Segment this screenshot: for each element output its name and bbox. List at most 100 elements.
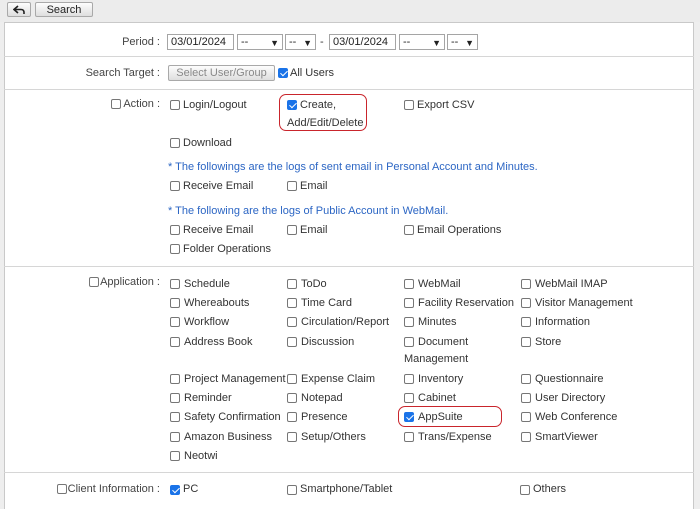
period-label: Period : bbox=[122, 36, 160, 48]
app-questionnaire-checkbox[interactable] bbox=[521, 374, 531, 384]
all-users-checkbox[interactable] bbox=[278, 68, 288, 78]
export-csv-checkbox[interactable] bbox=[404, 100, 414, 110]
app-address-book-checkbox[interactable] bbox=[170, 337, 180, 347]
app-neotwi-checkbox[interactable] bbox=[170, 451, 180, 461]
app-notepad-label: Notepad bbox=[301, 392, 343, 404]
app-document-checkbox[interactable] bbox=[404, 337, 414, 347]
email-operations-label: Email Operations bbox=[417, 224, 502, 236]
folder-operations-checkbox[interactable] bbox=[170, 244, 180, 254]
period-separator: - bbox=[320, 36, 324, 48]
pc-checkbox[interactable] bbox=[170, 485, 180, 495]
app-setup-others-checkbox[interactable] bbox=[287, 432, 297, 442]
others-label: Others bbox=[533, 483, 567, 495]
app-trans-expense-label: Trans/Expense bbox=[418, 431, 492, 443]
from-hour-select[interactable]: -- ▼ bbox=[237, 34, 283, 50]
app-web-conference-checkbox[interactable] bbox=[521, 412, 531, 422]
public-receive-email-checkbox[interactable] bbox=[170, 225, 180, 235]
others-checkbox[interactable] bbox=[520, 485, 530, 495]
app-discussion-checkbox[interactable] bbox=[287, 337, 297, 347]
app-time-card-checkbox[interactable] bbox=[287, 298, 297, 308]
app-information-checkbox[interactable] bbox=[521, 317, 531, 327]
personal-email-checkbox[interactable] bbox=[287, 181, 297, 191]
app-store-checkbox[interactable] bbox=[521, 337, 531, 347]
divider bbox=[4, 266, 694, 267]
highlight-appsuite bbox=[398, 406, 502, 427]
chevron-down-icon: ▼ bbox=[270, 38, 279, 48]
app-circulation-report-checkbox[interactable] bbox=[287, 317, 297, 327]
personal-email-label: Email bbox=[300, 180, 328, 192]
app-schedule-label: Schedule bbox=[184, 278, 230, 290]
app-facility-reservation-checkbox[interactable] bbox=[404, 298, 414, 308]
to-minute-select[interactable]: -- ▼ bbox=[447, 34, 478, 50]
app-todo-checkbox[interactable] bbox=[287, 279, 297, 289]
search-button[interactable]: Search bbox=[35, 2, 93, 17]
app-safety-confirmation-checkbox[interactable] bbox=[170, 412, 180, 422]
select-user-group-button[interactable]: Select User/Group bbox=[168, 65, 275, 81]
public-email-checkbox[interactable] bbox=[287, 225, 297, 235]
divider bbox=[4, 472, 694, 473]
app-discussion-label: Discussion bbox=[301, 336, 355, 348]
app-user-directory-label: User Directory bbox=[535, 392, 606, 404]
app-project-management-label: Project Management bbox=[184, 373, 286, 385]
create-label: Create, bbox=[300, 99, 337, 111]
app-amazon-business-checkbox[interactable] bbox=[170, 432, 180, 442]
application-checkbox[interactable] bbox=[89, 277, 99, 287]
app-minutes-checkbox[interactable] bbox=[404, 317, 414, 327]
folder-operations-label: Folder Operations bbox=[183, 243, 272, 255]
from-minute-select[interactable]: -- ▼ bbox=[285, 34, 316, 50]
divider bbox=[4, 89, 694, 90]
app-webmail-imap-checkbox[interactable] bbox=[521, 279, 531, 289]
all-users-label: All Users bbox=[290, 67, 335, 79]
app-store-label: Store bbox=[535, 336, 562, 348]
app-notepad-checkbox[interactable] bbox=[287, 393, 297, 403]
app-minutes-label: Minutes bbox=[418, 316, 457, 328]
create-label-line2: Add/Edit/Delete bbox=[287, 117, 364, 129]
app-time-card-label: Time Card bbox=[301, 297, 352, 309]
public-email-label: Email bbox=[300, 224, 328, 236]
email-operations-checkbox[interactable] bbox=[404, 225, 414, 235]
app-workflow-checkbox[interactable] bbox=[170, 317, 180, 327]
back-button[interactable] bbox=[7, 2, 31, 17]
app-visitor-management-checkbox[interactable] bbox=[521, 298, 531, 308]
to-date-field[interactable]: 03/01/2024 bbox=[329, 34, 396, 50]
document-label-line2: Management bbox=[404, 353, 469, 365]
app-reminder-checkbox[interactable] bbox=[170, 393, 180, 403]
login-logout-checkbox[interactable] bbox=[170, 100, 180, 110]
download-label: Download bbox=[183, 137, 232, 149]
create-add-edit-delete-checkbox[interactable] bbox=[287, 100, 297, 110]
app-schedule-checkbox[interactable] bbox=[170, 279, 180, 289]
app-expense-claim-checkbox[interactable] bbox=[287, 374, 297, 384]
app-cabinet-label: Cabinet bbox=[418, 392, 456, 404]
app-presence-label: Presence bbox=[301, 411, 348, 423]
action-checkbox[interactable] bbox=[111, 99, 121, 109]
chevron-down-icon: ▼ bbox=[465, 38, 474, 48]
personal-receive-email-checkbox[interactable] bbox=[170, 181, 180, 191]
app-inventory-checkbox[interactable] bbox=[404, 374, 414, 384]
to-hour-select[interactable]: -- ▼ bbox=[399, 34, 445, 50]
app-presence-checkbox[interactable] bbox=[287, 412, 297, 422]
app-circulation-report-label: Circulation/Report bbox=[301, 316, 390, 328]
action-label: Action : bbox=[123, 98, 160, 110]
app-whereabouts-checkbox[interactable] bbox=[170, 298, 180, 308]
app-web-conference-label: Web Conference bbox=[535, 411, 618, 423]
from-date-field[interactable]: 03/01/2024 bbox=[167, 34, 234, 50]
app-project-management-checkbox[interactable] bbox=[170, 374, 180, 384]
app-inventory-label: Inventory bbox=[418, 373, 464, 385]
smartphone-tablet-checkbox[interactable] bbox=[287, 485, 297, 495]
app-information-label: Information bbox=[535, 316, 591, 328]
client-information-checkbox[interactable] bbox=[57, 484, 67, 494]
app-neotwi-label: Neotwi bbox=[184, 450, 218, 462]
app-cabinet-checkbox[interactable] bbox=[404, 393, 414, 403]
download-checkbox[interactable] bbox=[170, 138, 180, 148]
app-smartviewer-checkbox[interactable] bbox=[521, 432, 531, 442]
divider bbox=[4, 56, 694, 57]
export-csv-label: Export CSV bbox=[417, 99, 475, 111]
personal-receive-email-label: Receive Email bbox=[183, 180, 254, 192]
app-webmail-checkbox[interactable] bbox=[404, 279, 414, 289]
back-arrow-icon bbox=[13, 4, 25, 14]
app-setup-others-label: Setup/Others bbox=[301, 431, 366, 443]
app-trans-expense-checkbox[interactable] bbox=[404, 432, 414, 442]
app-user-directory-checkbox[interactable] bbox=[521, 393, 531, 403]
login-logout-label: Login/Logout bbox=[183, 99, 247, 111]
app-facility-reservation-label: Facility Reservation bbox=[418, 297, 514, 309]
